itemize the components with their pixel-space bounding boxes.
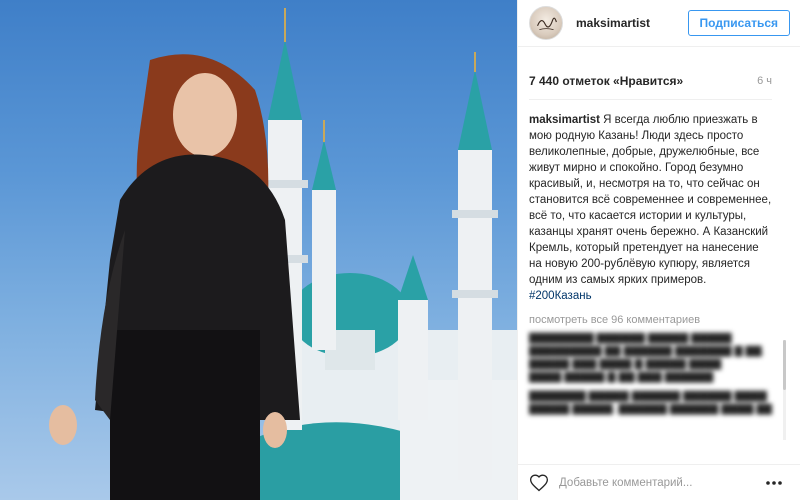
avatar[interactable] [529,6,563,40]
caption-text: Я всегда люблю приезжать в мою родную Ка… [529,114,772,286]
more-icon[interactable] [764,473,784,493]
caption-username[interactable]: maksimartist [529,114,600,126]
likes-count[interactable]: 7 440 отметок «Нравится» [529,74,683,88]
comment-footer [518,464,800,500]
post-header: maksimartist Подписаться [518,0,800,47]
heart-icon[interactable] [529,473,549,493]
follow-button[interactable]: Подписаться [687,10,790,36]
blurred-comment: ▇▇▇▇▇▇▇ ▇▇▇▇▇ ▇▇▇▇▇▇ ▇▇▇▇▇▇ ▇▇▇▇ ▇▇▇▇▇ ▇▇… [529,390,772,415]
blurred-comment: ▇▇▇▇▇▇▇▇ ▇▇▇▇▇▇ ▇▇▇▇▇ ▇▇▇▇▇ ▇▇▇▇▇▇▇▇▇ ▇▇ … [529,332,765,383]
scrollbar-thumb[interactable] [783,340,786,390]
likes-row: 7 440 отметок «Нравится» 6 ч [518,63,800,99]
view-all-comments[interactable]: посмотреть все 96 комментариев [529,314,772,326]
username[interactable]: maksimartist [576,16,688,30]
comment-input[interactable] [559,476,764,489]
post-photo[interactable] [0,0,517,500]
mosque-portrait-illustration [49,8,517,500]
post-time: 6 ч [757,75,772,87]
comments-scrollbar[interactable] [783,340,786,440]
hashtag-link[interactable]: #200Казань [529,288,772,304]
avatar-signature-icon [537,17,557,30]
caption: maksimartist Я всегда люблю приезжать в … [529,99,772,304]
post-details-panel: maksimartist Подписаться 7 440 отметок «… [517,0,800,500]
